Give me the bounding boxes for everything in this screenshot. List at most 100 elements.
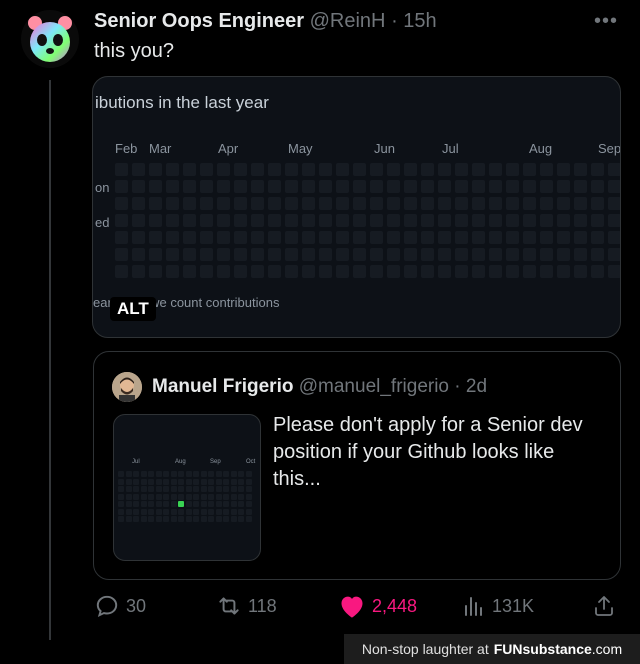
contribution-cell [230, 516, 237, 522]
quoted-post[interactable]: Manuel Frigerio @manuel_frigerio · 2d Ju… [93, 351, 621, 580]
contribution-cell [115, 197, 128, 210]
contribution-cell [540, 265, 553, 278]
quote-time[interactable]: 2d [466, 376, 487, 397]
contribution-cell [217, 248, 230, 261]
day-label: on [95, 180, 110, 195]
contribution-cell [591, 197, 604, 210]
author-avatar[interactable] [21, 10, 79, 68]
like-button[interactable]: 2,448 [338, 593, 417, 619]
contribution-cell [302, 214, 315, 227]
contribution-cell [523, 265, 536, 278]
quote-author-handle[interactable]: @manuel_frigerio [299, 376, 449, 397]
contribution-cell [133, 471, 139, 477]
contribution-cell [230, 471, 237, 477]
contribution-cell [251, 180, 264, 193]
contribution-cell [421, 231, 434, 244]
contribution-cell [118, 516, 124, 522]
contribution-cell [125, 486, 132, 492]
contribution-cell [183, 231, 196, 244]
contribution-cell [148, 486, 154, 492]
contribution-cell [185, 493, 192, 500]
post-header: Senior Oops Engineer @ReinH · 15h [94, 10, 437, 33]
contribution-cell [353, 163, 366, 176]
contribution-cell [178, 486, 184, 492]
contribution-cell [166, 163, 179, 176]
contribution-cell [178, 508, 184, 515]
contribution-cell [302, 248, 315, 261]
contribution-cell [506, 231, 519, 244]
author-handle[interactable]: @ReinH [310, 10, 386, 32]
repost-button[interactable]: 118 [216, 593, 277, 619]
contribution-cell [148, 493, 154, 500]
contribution-cell [268, 265, 281, 278]
contribution-cell [208, 486, 214, 492]
share-icon [595, 596, 613, 616]
quote-image[interactable]: Jul Aug Sep Oct [113, 414, 261, 561]
alt-badge[interactable]: ALT [110, 297, 156, 321]
post-time[interactable]: 15h [403, 10, 436, 32]
share-button[interactable] [592, 593, 616, 619]
contribution-cell [251, 163, 264, 176]
watermark-tld: .com [591, 641, 623, 657]
views-button[interactable]: 131K [462, 593, 534, 619]
contribution-cell [200, 471, 207, 477]
month-label: Apr [218, 141, 239, 156]
contribution-cell [438, 248, 451, 261]
post-image[interactable]: ibutions in the last year Feb Mar Apr Ma… [92, 76, 621, 338]
contribution-cell [557, 197, 570, 210]
contribution-cell [370, 231, 383, 244]
author-name[interactable]: Senior Oops Engineer [94, 10, 304, 32]
contribution-cell [608, 180, 620, 193]
more-options-icon[interactable]: ••• [594, 10, 618, 33]
contribution-cell [404, 265, 417, 278]
contribution-cell [200, 231, 213, 244]
contribution-cell [238, 486, 244, 492]
contribution-cell [223, 508, 229, 515]
contribution-cell [133, 508, 139, 515]
contribution-cell [523, 214, 536, 227]
contribution-cell [268, 163, 281, 176]
separator-dot: · [454, 376, 461, 397]
contribution-cell [472, 197, 485, 210]
contribution-cell [155, 493, 162, 500]
contribution-cell [118, 508, 124, 515]
contribution-cell [223, 516, 229, 522]
post-text: this you? [94, 40, 175, 62]
contribution-cell [178, 493, 184, 500]
contribution-cell [234, 163, 247, 176]
contribution-cell [170, 471, 177, 477]
month-label: Sep [598, 141, 621, 156]
contribution-cell [251, 248, 264, 261]
views-icon [465, 597, 482, 616]
contribution-cell [140, 501, 147, 507]
contribution-cell [223, 501, 229, 507]
month-label: Aug [175, 459, 186, 465]
contribution-cell [455, 214, 468, 227]
contribution-cell [438, 265, 451, 278]
contribution-cell [133, 478, 139, 485]
contribution-cell [540, 163, 553, 176]
contribution-cell [148, 501, 154, 507]
contribution-cell [230, 508, 237, 515]
contribution-cell [245, 471, 252, 477]
month-label: Feb [115, 141, 138, 156]
contribution-cell [149, 163, 162, 176]
quote-author-avatar[interactable] [112, 372, 142, 402]
contribution-cell [185, 471, 192, 477]
reply-button[interactable]: 30 [94, 593, 146, 619]
contribution-cell [489, 197, 502, 210]
contribution-cell [163, 493, 169, 500]
contribution-cell [238, 471, 244, 477]
quote-author-name[interactable]: Manuel Frigerio [152, 376, 293, 397]
reply-count: 30 [126, 595, 147, 616]
contribution-cell [223, 471, 229, 477]
contribution-cell [215, 486, 222, 492]
contribution-cell [234, 180, 247, 193]
contribution-cell [353, 197, 366, 210]
month-label: Jun [374, 141, 395, 156]
contribution-cell [238, 501, 244, 507]
contribution-cell [608, 265, 620, 278]
contribution-cell [230, 486, 237, 492]
contribution-cell [185, 486, 192, 492]
contribution-cell [178, 471, 184, 477]
